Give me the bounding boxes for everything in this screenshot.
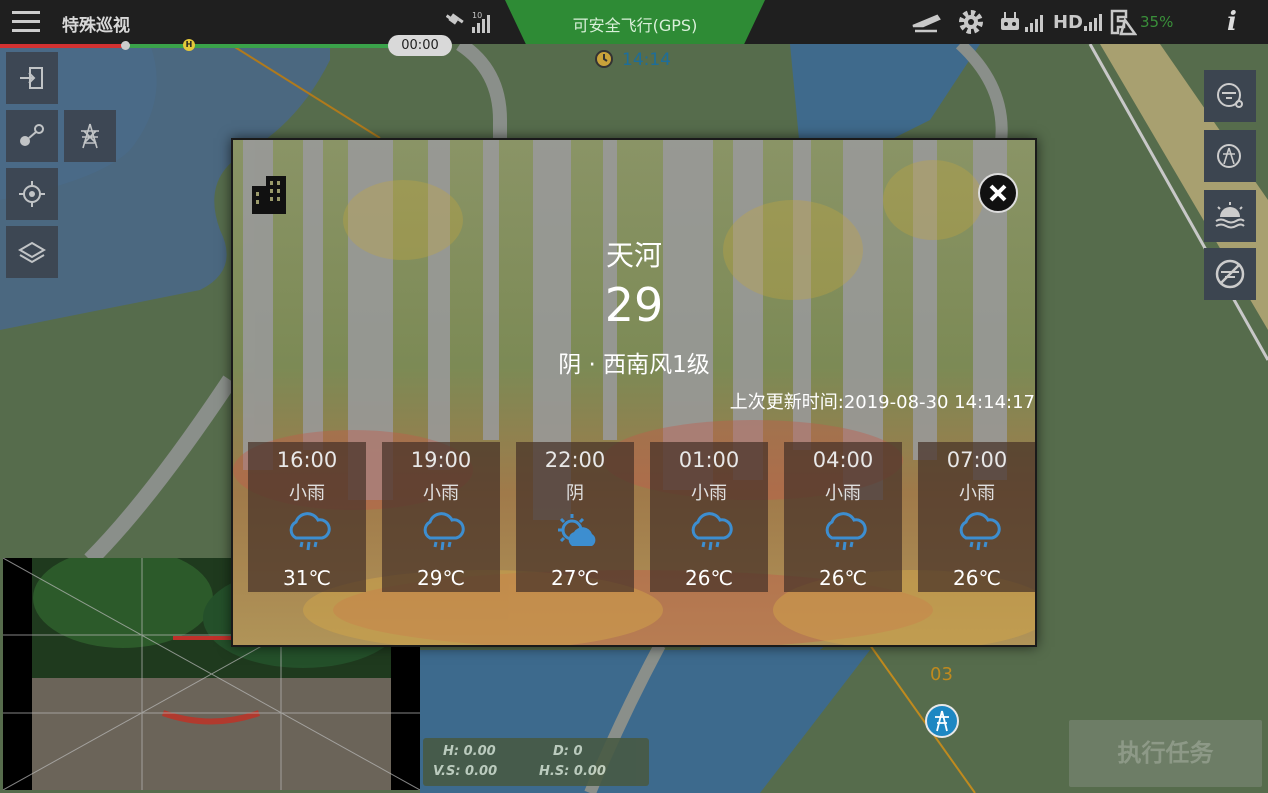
forecast-condition: 小雨 — [691, 483, 727, 504]
aircraft-search-icon — [1217, 83, 1243, 108]
forecast-card: 07:00 小雨 26℃ — [918, 442, 1035, 592]
menu-icon[interactable] — [12, 11, 40, 33]
forecast-condition: 小雨 — [959, 483, 995, 504]
zoom-tower-button[interactable] — [1204, 130, 1256, 182]
target-icon — [19, 181, 45, 207]
forecast-time: 19:00 — [410, 448, 472, 472]
forecast-condition: 小雨 — [289, 483, 325, 504]
forecast-temperature: 26℃ — [819, 566, 867, 590]
sun-cloud-icon — [558, 514, 596, 546]
forecast-card: 16:00 小雨 31℃ — [248, 442, 366, 592]
horizontal-speed-readout: H.S: 0.00 — [539, 764, 606, 779]
close-button[interactable] — [978, 173, 1018, 213]
forecast-card: 22:00 阴 27℃ — [516, 442, 634, 592]
vertical-speed-readout: V.S: 0.00 — [433, 764, 498, 779]
forecast-card: 01:00 小雨 26℃ — [650, 442, 768, 592]
current-condition: 阴 · 西南风1级 — [558, 352, 710, 378]
home-point-marker — [121, 41, 130, 50]
telemetry-panel: H: 0.00 D: 0 V.S: 0.00 H.S: 0.00 — [423, 738, 649, 786]
distance-readout: D: 0 — [553, 744, 583, 759]
forecast-condition: 小雨 — [423, 483, 459, 504]
forecast-temperature: 26℃ — [685, 566, 733, 590]
forecast-card: 04:00 小雨 26℃ — [784, 442, 902, 592]
rain-cloud-icon — [825, 512, 867, 551]
forecast-temperature: 29℃ — [417, 566, 465, 590]
top-bar: 特殊巡视 10 可安全飞行(GPS) HD 35% i — [0, 0, 1268, 44]
waypoint-label: 03 — [930, 664, 953, 685]
battery-icon — [1108, 9, 1138, 36]
svg-text:10: 10 — [472, 11, 482, 20]
forecast-temperature: 31℃ — [283, 566, 331, 590]
forecast-temperature: 27℃ — [551, 566, 599, 590]
rain-cloud-icon — [423, 512, 465, 551]
app-title: 特殊巡视 — [62, 16, 130, 36]
sunrise-button[interactable] — [1204, 190, 1256, 242]
clock-time: 14:14 — [622, 50, 671, 70]
clock-icon — [594, 49, 614, 69]
execute-mission-button[interactable]: 执行任务 — [1069, 720, 1262, 787]
rain-cloud-icon — [289, 512, 331, 551]
no-drone-icon — [1215, 259, 1245, 289]
forecast-card: 19:00 小雨 29℃ — [382, 442, 500, 592]
forecast-condition: 阴 — [566, 483, 584, 504]
rain-cloud-icon — [959, 512, 1001, 551]
power-tower-icon — [935, 710, 949, 732]
power-tower-icon — [81, 123, 99, 149]
rain-cloud-icon — [691, 512, 733, 551]
flight-timer: 00:00 — [388, 35, 452, 56]
forecast-time: 01:00 — [678, 448, 740, 472]
forecast-time: 04:00 — [812, 448, 874, 472]
exit-mission-button[interactable] — [6, 52, 58, 104]
tower-button[interactable] — [64, 110, 116, 162]
login-icon — [20, 67, 43, 89]
remote-controller-signal-icon — [998, 9, 1046, 35]
close-icon — [989, 184, 1007, 202]
building-icon — [248, 172, 292, 216]
locate-button[interactable] — [6, 168, 58, 220]
waypoint-tower-marker[interactable] — [925, 704, 959, 738]
layers-icon — [18, 241, 46, 264]
battery-percentage: 35% — [1140, 13, 1174, 31]
height-readout: H: 0.00 — [443, 744, 496, 759]
forecast-time: 07:00 — [946, 448, 1008, 472]
forecast-condition: 小雨 — [825, 483, 861, 504]
info-icon[interactable]: i — [1220, 7, 1244, 37]
satellite-signal-icon: 10 — [444, 9, 494, 35]
no-fly-button[interactable] — [1204, 248, 1256, 300]
gear-icon[interactable] — [954, 9, 988, 35]
takeoff-icon[interactable] — [910, 9, 942, 35]
zoom-aircraft-button[interactable] — [1204, 70, 1256, 122]
route-edit-button[interactable] — [6, 110, 58, 162]
h-marker-icon: H — [183, 39, 195, 51]
flight-progress-bar: H — [0, 39, 395, 51]
forecast-temperature: 26℃ — [953, 566, 1001, 590]
last-updated-time: 上次更新时间:2019-08-30 14:14:17 — [729, 392, 1035, 413]
forecast-time: 16:00 — [276, 448, 338, 472]
flight-status-text: 可安全飞行(GPS) — [572, 16, 698, 35]
city-name: 天河 — [605, 239, 662, 272]
tower-search-icon — [1217, 144, 1241, 168]
hd-signal-icon: HD — [1052, 9, 1104, 35]
weather-dialog: 天河 29 阴 · 西南风1级 上次更新时间:2019-08-30 14:14:… — [231, 138, 1037, 647]
route-icon — [20, 124, 44, 146]
forecast-time: 22:00 — [544, 448, 606, 472]
flight-status-banner: 可安全飞行(GPS) — [505, 0, 765, 44]
sunrise-icon — [1215, 202, 1245, 229]
current-temperature: 29 — [604, 278, 664, 332]
layers-button[interactable] — [6, 226, 58, 278]
